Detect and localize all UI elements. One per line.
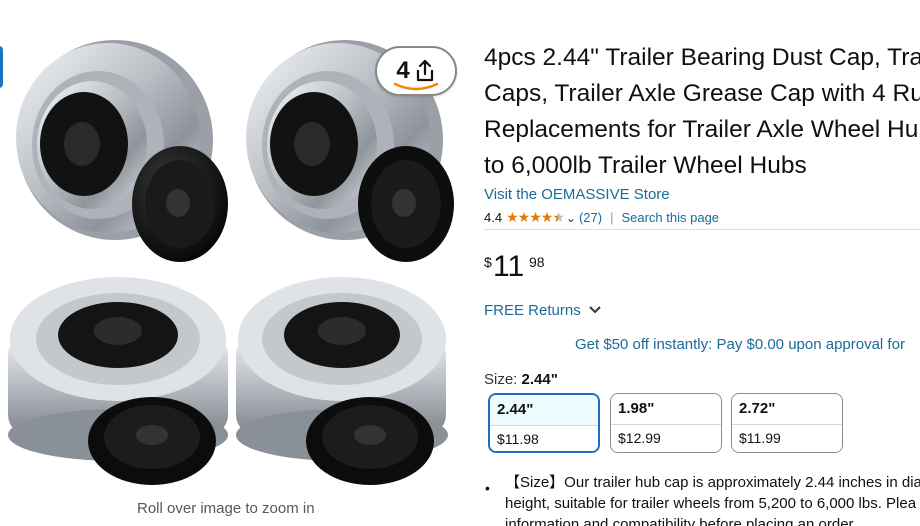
rating-row: 4.4 ★ ★ ★ ★ ★ ⌄ (27) | Search this page	[484, 209, 719, 226]
store-link[interactable]: Visit the OEMASSIVE Store	[484, 186, 670, 203]
rating-value: 4.4	[484, 210, 503, 225]
product-title-line: to 6,000lb Trailer Wheel Hubs	[484, 152, 807, 179]
size-option-price: $11.98	[490, 425, 598, 451]
free-returns-label: FREE Returns	[484, 302, 581, 319]
size-option-name: 2.72"	[739, 400, 776, 417]
half-star-icon: ★	[552, 209, 565, 225]
product-title-line: Replacements for Trailer Axle Wheel Hub	[484, 116, 920, 143]
star-rating[interactable]: ★ ★ ★ ★ ★	[506, 209, 565, 226]
size-label-text: Size:	[484, 371, 518, 388]
size-option-2-72[interactable]: 2.72" $11.99	[731, 393, 843, 453]
price-fraction: 98	[529, 254, 545, 270]
zoom-hint: Roll over image to zoom in	[137, 500, 315, 517]
price-symbol: $	[484, 254, 492, 270]
size-option-price: $11.99	[732, 424, 842, 452]
price-whole: 11	[493, 250, 525, 283]
size-option-2-44[interactable]: 2.44" $11.98	[488, 393, 600, 453]
feature-bullet: 【Size】Our trailer hub cap is approximate…	[505, 472, 920, 526]
product-image-3[interactable]	[4, 275, 232, 490]
smile-underline-icon	[393, 82, 439, 91]
feature-bullet-line: 【Size】Our trailer hub cap is approximate…	[505, 474, 920, 491]
product-title-line: Caps, Trailer Axle Grease Cap with 4 Rub	[484, 80, 920, 107]
size-selected-value: 2.44"	[521, 371, 558, 388]
product-title: 4pcs 2.44" Trailer Bearing Dust Cap, Tra…	[484, 40, 920, 184]
chevron-down-icon	[589, 306, 601, 314]
product-info: 4pcs 2.44" Trailer Bearing Dust Cap, Tra…	[484, 0, 920, 526]
image-gallery[interactable]: 4 Roll over image to zoom in	[0, 0, 470, 526]
star-icon: ★	[506, 209, 519, 225]
share-button[interactable]: 4	[375, 46, 457, 96]
divider	[484, 229, 920, 230]
size-option-name: 1.98"	[618, 400, 655, 417]
promo-link[interactable]: Get $50 off instantly: Pay $0.00 upon ap…	[575, 336, 905, 353]
rating-count-link[interactable]: (27)	[579, 210, 602, 225]
feature-bullet-line: information and compatibility before pla…	[505, 516, 857, 526]
star-icon: ★	[540, 209, 554, 225]
bullet-dot: •	[485, 480, 490, 496]
chevron-down-icon[interactable]: ⌄	[566, 211, 576, 225]
product-title-line: 4pcs 2.44" Trailer Bearing Dust Cap, Tra…	[484, 44, 920, 71]
share-icon	[416, 59, 433, 82]
search-page-link[interactable]: Search this page	[621, 210, 719, 225]
size-label: Size: 2.44"	[484, 371, 558, 388]
star-icon: ★	[529, 209, 542, 225]
separator: |	[610, 210, 614, 225]
free-returns-link[interactable]: FREE Returns	[484, 302, 602, 319]
share-count: 4	[396, 57, 410, 84]
product-image-4[interactable]	[232, 275, 460, 490]
feature-bullet-line: height, suitable for trailer wheels from…	[505, 495, 917, 512]
star-icon: ★	[517, 209, 531, 225]
size-option-price: $12.99	[611, 424, 721, 452]
size-option-name: 2.44"	[490, 395, 598, 425]
product-image-1[interactable]	[10, 40, 230, 270]
size-option-1-98[interactable]: 1.98" $12.99	[610, 393, 722, 453]
